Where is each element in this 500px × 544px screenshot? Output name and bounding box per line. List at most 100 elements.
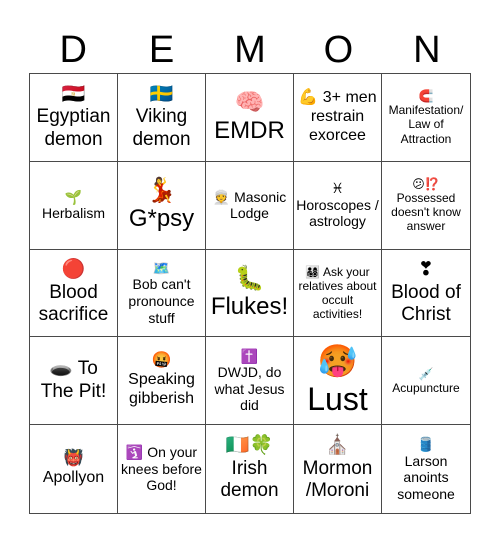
cell-content: 🐛 Flukes!: [211, 265, 288, 322]
red-circle-icon: 🔴: [61, 259, 86, 281]
cell-content: ♓ Horoscopes / astrology: [296, 180, 379, 230]
hole-icon: 🕳️: [49, 358, 73, 380]
cell-label: Lust: [307, 380, 368, 417]
cell-content: 💉 Acupuncture: [392, 367, 459, 395]
bingo-cell[interactable]: 👨‍👩‍👧‍👦 Ask your relatives about occult …: [294, 249, 382, 338]
bingo-cell[interactable]: 👹 Apollyon: [30, 425, 118, 513]
cell-label: Masonic Lodge: [230, 188, 287, 222]
bingo-cell[interactable]: 👳 Masonic Lodge: [206, 161, 294, 250]
latin-cross-icon: ✝️: [240, 347, 259, 364]
flexed-biceps-icon: 💪: [298, 89, 319, 107]
bingo-cell[interactable]: 🧲 Manifestation/ Law of Attraction: [382, 74, 470, 162]
bingo-cell[interactable]: 🧠 EMDR: [206, 74, 294, 162]
syringe-icon: 💉: [418, 366, 434, 381]
oil-drum-icon: 🛢️: [417, 436, 435, 453]
bingo-cell[interactable]: 🕳️ To The Pit!: [30, 337, 118, 426]
bingo-cell[interactable]: 🐛 Flukes!: [206, 249, 294, 338]
cursing-face-icon: 🤬: [151, 352, 172, 370]
cell-label: Bob can't pronounce stuff: [128, 276, 195, 326]
cell-content: 🗺️ Bob can't pronounce stuff: [120, 260, 203, 326]
cell-content: ✝️ DWJD, do what Jesus did: [208, 348, 291, 414]
ireland-flag-clover-icon: 🇮🇪🍀: [225, 435, 274, 457]
bingo-cell[interactable]: 🌱 Herbalism: [30, 161, 118, 250]
bingo-cell[interactable]: 🗺️ Bob can't pronounce stuff: [118, 249, 206, 338]
cell-label: Acupuncture: [392, 380, 460, 395]
bingo-board: 🇪🇬 Egyptian demon 🇸🇪 Viking demon 🧠 EMDR 💪 3+ …: [29, 73, 471, 514]
cell-content: ⛪ Mormon /Moroni: [296, 435, 379, 502]
cell-content: 😕⁉️ Possessed doesn't know answer: [384, 177, 468, 234]
bingo-header: D E M O N: [29, 28, 471, 73]
bingo-cell[interactable]: 🇸🇪 Viking demon: [118, 74, 206, 162]
cell-content: 🔴 Blood sacrifice: [32, 259, 115, 326]
bingo-cell[interactable]: 😕⁉️ Possessed doesn't know answer: [382, 162, 470, 250]
confused-face-icon: 😕⁉️: [412, 176, 440, 191]
cell-content: 🇮🇪🍀 Irish demon: [208, 435, 291, 502]
bingo-cell[interactable]: 🥵 Lust: [294, 337, 382, 426]
cell-label: Speaking gibberish: [128, 371, 195, 408]
family-icon: 👨‍👩‍👧‍👦: [305, 264, 321, 279]
cell-label: Herbalism: [41, 205, 105, 222]
header-letter-n: N: [413, 29, 441, 71]
cell-label: Irish demon: [220, 457, 279, 502]
cell-label: DWJD, do what Jesus did: [214, 364, 285, 414]
bingo-cell[interactable]: ⛪ Mormon /Moroni: [294, 425, 382, 513]
cell-label: Manifestation/ Law of Attraction: [388, 103, 464, 146]
cell-label: Flukes!: [210, 292, 289, 320]
bingo-cell[interactable]: 🇮🇪🍀 Irish demon: [206, 425, 294, 513]
cell-content: 🧠 EMDR: [214, 89, 285, 146]
bingo-cell[interactable]: 🛐 On your knees before God!: [118, 425, 206, 513]
cell-label: Possessed doesn't know answer: [391, 191, 461, 234]
bingo-cell[interactable]: ♓ Horoscopes / astrology: [294, 161, 382, 250]
cell-content: ❣ Blood of Christ: [384, 259, 468, 326]
cell-content: 🛐 On your knees before God!: [120, 444, 203, 494]
brain-icon: 🧠: [234, 89, 265, 117]
header-letter-d: D: [59, 29, 87, 71]
bingo-cell[interactable]: 🇪🇬 Egyptian demon: [30, 74, 118, 162]
header-letter-e: E: [148, 29, 175, 71]
bingo-cell[interactable]: 🔴 Blood sacrifice: [30, 249, 118, 338]
cell-label: Blood of Christ: [391, 281, 461, 326]
cell-label: Horoscopes / astrology: [296, 196, 379, 230]
cell-label: Apollyon: [42, 469, 105, 487]
ogre-icon: 👹: [63, 450, 84, 468]
cell-label: Larson anoints someone: [397, 452, 455, 502]
cell-content: 👨‍👩‍👧‍👦 Ask your relatives about occult …: [296, 265, 379, 322]
heart-exclamation-icon: ❣: [418, 259, 434, 281]
cell-label: Mormon /Moroni: [302, 457, 373, 502]
bingo-cell[interactable]: ❣ Blood of Christ: [382, 250, 470, 338]
dancer-icon: 💃: [146, 176, 177, 204]
bingo-cell[interactable]: 💪 3+ men restrain exorcee: [294, 74, 382, 162]
bingo-cell[interactable]: 💉 Acupuncture: [382, 337, 470, 426]
cell-label: Egyptian demon: [36, 106, 111, 150]
cell-content: 🇸🇪 Viking demon: [120, 84, 203, 151]
cell-content: 🛢️ Larson anoints someone: [384, 436, 468, 502]
cell-label: 3+ men restrain exorcee: [309, 89, 377, 144]
bingo-cell[interactable]: ✝️ DWJD, do what Jesus did: [206, 337, 294, 426]
cell-label: G*psy: [128, 205, 195, 233]
seedling-icon: 🌱: [64, 188, 83, 205]
cell-content: 🇪🇬 Egyptian demon: [32, 84, 115, 151]
cell-label: Blood sacrifice: [38, 281, 109, 326]
cell-content: 🤬 Speaking gibberish: [120, 352, 203, 409]
cell-content: 💃 G*psy: [129, 177, 194, 234]
bingo-cell[interactable]: 🤬 Speaking gibberish: [118, 337, 206, 426]
cell-label: EMDR: [214, 117, 285, 145]
cell-content: 🕳️ To The Pit!: [32, 358, 115, 403]
cell-label: Viking demon: [132, 106, 191, 150]
cell-content: 🥵 Lust: [307, 343, 367, 419]
place-of-worship-icon: 🛐: [125, 444, 144, 461]
cell-content: 👹 Apollyon: [43, 450, 104, 488]
magnet-icon: 🧲: [418, 89, 434, 104]
pisces-icon: ♓: [331, 180, 344, 197]
sweden-flag-icon: 🇸🇪: [149, 83, 174, 105]
header-letter-o: O: [323, 29, 354, 71]
cell-content: 💪 3+ men restrain exorcee: [296, 89, 379, 146]
bingo-cell[interactable]: 🛢️ Larson anoints someone: [382, 425, 470, 513]
caterpillar-icon: 🐛: [234, 264, 265, 292]
egypt-flag-icon: 🇪🇬: [61, 83, 86, 105]
cell-content: 👳 Masonic Lodge: [208, 189, 291, 222]
bingo-cell[interactable]: 💃 G*psy: [118, 161, 206, 250]
header-letter-m: M: [234, 29, 266, 71]
cell-content: 🌱 Herbalism: [42, 189, 105, 222]
hot-face-icon: 🥵: [317, 343, 358, 380]
